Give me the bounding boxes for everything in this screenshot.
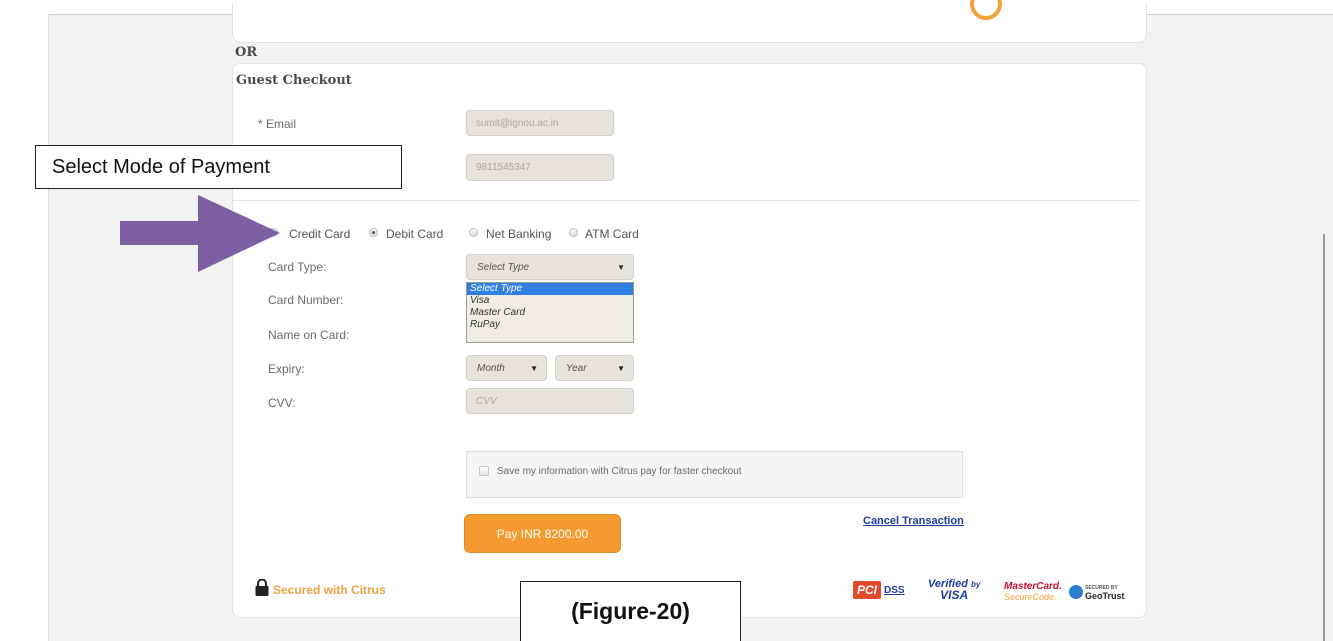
dss-text: DSS — [884, 584, 905, 596]
guest-checkout-title: Guest Checkout — [236, 73, 352, 88]
annotation-callout: Select Mode of Payment — [35, 145, 402, 189]
login-panel — [232, 4, 1147, 43]
pci-dss-badge: PCI DSS — [853, 581, 905, 599]
figure-caption: (Figure-20) — [520, 581, 741, 641]
radio-credit-card-label[interactable]: Credit Card — [289, 227, 350, 241]
mastercard-text: MasterCard. — [1004, 581, 1062, 592]
chevron-down-icon: ▼ — [617, 363, 625, 373]
section-divider — [232, 200, 1139, 201]
expiry-year-select[interactable]: Year ▼ — [555, 355, 634, 381]
expiry-label: Expiry: — [268, 362, 305, 376]
dropdown-option-rupay[interactable]: RuPay — [467, 319, 633, 331]
cancel-transaction-link[interactable]: Cancel Transaction — [863, 515, 964, 527]
radio-atm-card-label[interactable]: ATM Card — [585, 227, 639, 241]
radio-net-banking-label[interactable]: Net Banking — [486, 227, 551, 241]
scrollbar-track — [1323, 234, 1325, 641]
chevron-down-icon: ▼ — [530, 363, 538, 373]
geotrust-badge: SECURED BY GeoTrust — [1069, 584, 1125, 601]
email-field[interactable]: sumit@ignou.ac.in — [466, 110, 614, 136]
pointer-arrow-icon — [120, 195, 280, 272]
save-info-checkbox[interactable] — [479, 466, 489, 476]
by-text: by — [971, 580, 981, 589]
geotrust-text: GeoTrust — [1085, 591, 1125, 601]
chevron-down-icon: ▼ — [617, 262, 625, 272]
cvv-label: CVV: — [268, 396, 296, 410]
or-divider-label: OR — [235, 45, 258, 60]
securecode-text: SecureCode. — [1004, 592, 1057, 602]
name-on-card-label: Name on Card: — [268, 328, 350, 342]
card-type-select[interactable]: Select Type ▼ — [466, 254, 634, 280]
email-label: * Email — [258, 117, 297, 131]
visa-text: VISA — [940, 588, 969, 602]
dropdown-option-master-card[interactable]: Master Card — [467, 307, 633, 319]
cvv-field[interactable]: CVV — [466, 388, 634, 414]
mastercard-securecode-badge: MasterCard. SecureCode. — [1004, 581, 1062, 603]
card-type-dropdown: Select Type Visa Master Card RuPay — [466, 282, 634, 343]
radio-debit-card-label[interactable]: Debit Card — [386, 227, 443, 241]
expiry-month-select[interactable]: Month ▼ — [466, 355, 547, 381]
card-type-select-value: Select Type — [477, 261, 530, 273]
dropdown-option-select-type[interactable]: Select Type — [467, 283, 633, 295]
phone-field[interactable]: 9811545347 — [466, 154, 614, 181]
expiry-month-value: Month — [477, 362, 505, 374]
save-info-label[interactable]: Save my information with Citrus pay for … — [497, 466, 742, 477]
orange-circle-icon — [967, 0, 1005, 22]
lock-icon — [255, 579, 269, 596]
geotrust-icon — [1069, 585, 1083, 599]
verified-by-visa-badge: Verified by VISA — [928, 579, 981, 602]
dropdown-option-visa[interactable]: Visa — [467, 295, 633, 307]
radio-atm-card[interactable] — [569, 228, 578, 237]
secured-with-citrus-label: Secured with Citrus — [273, 583, 386, 597]
pay-button[interactable]: Pay INR 8200.00 — [464, 514, 621, 553]
pci-logo: PCI — [853, 581, 882, 599]
expiry-year-value: Year — [566, 362, 587, 374]
radio-net-banking[interactable] — [469, 228, 478, 237]
radio-debit-card[interactable] — [369, 228, 378, 237]
card-number-label: Card Number: — [268, 293, 344, 307]
